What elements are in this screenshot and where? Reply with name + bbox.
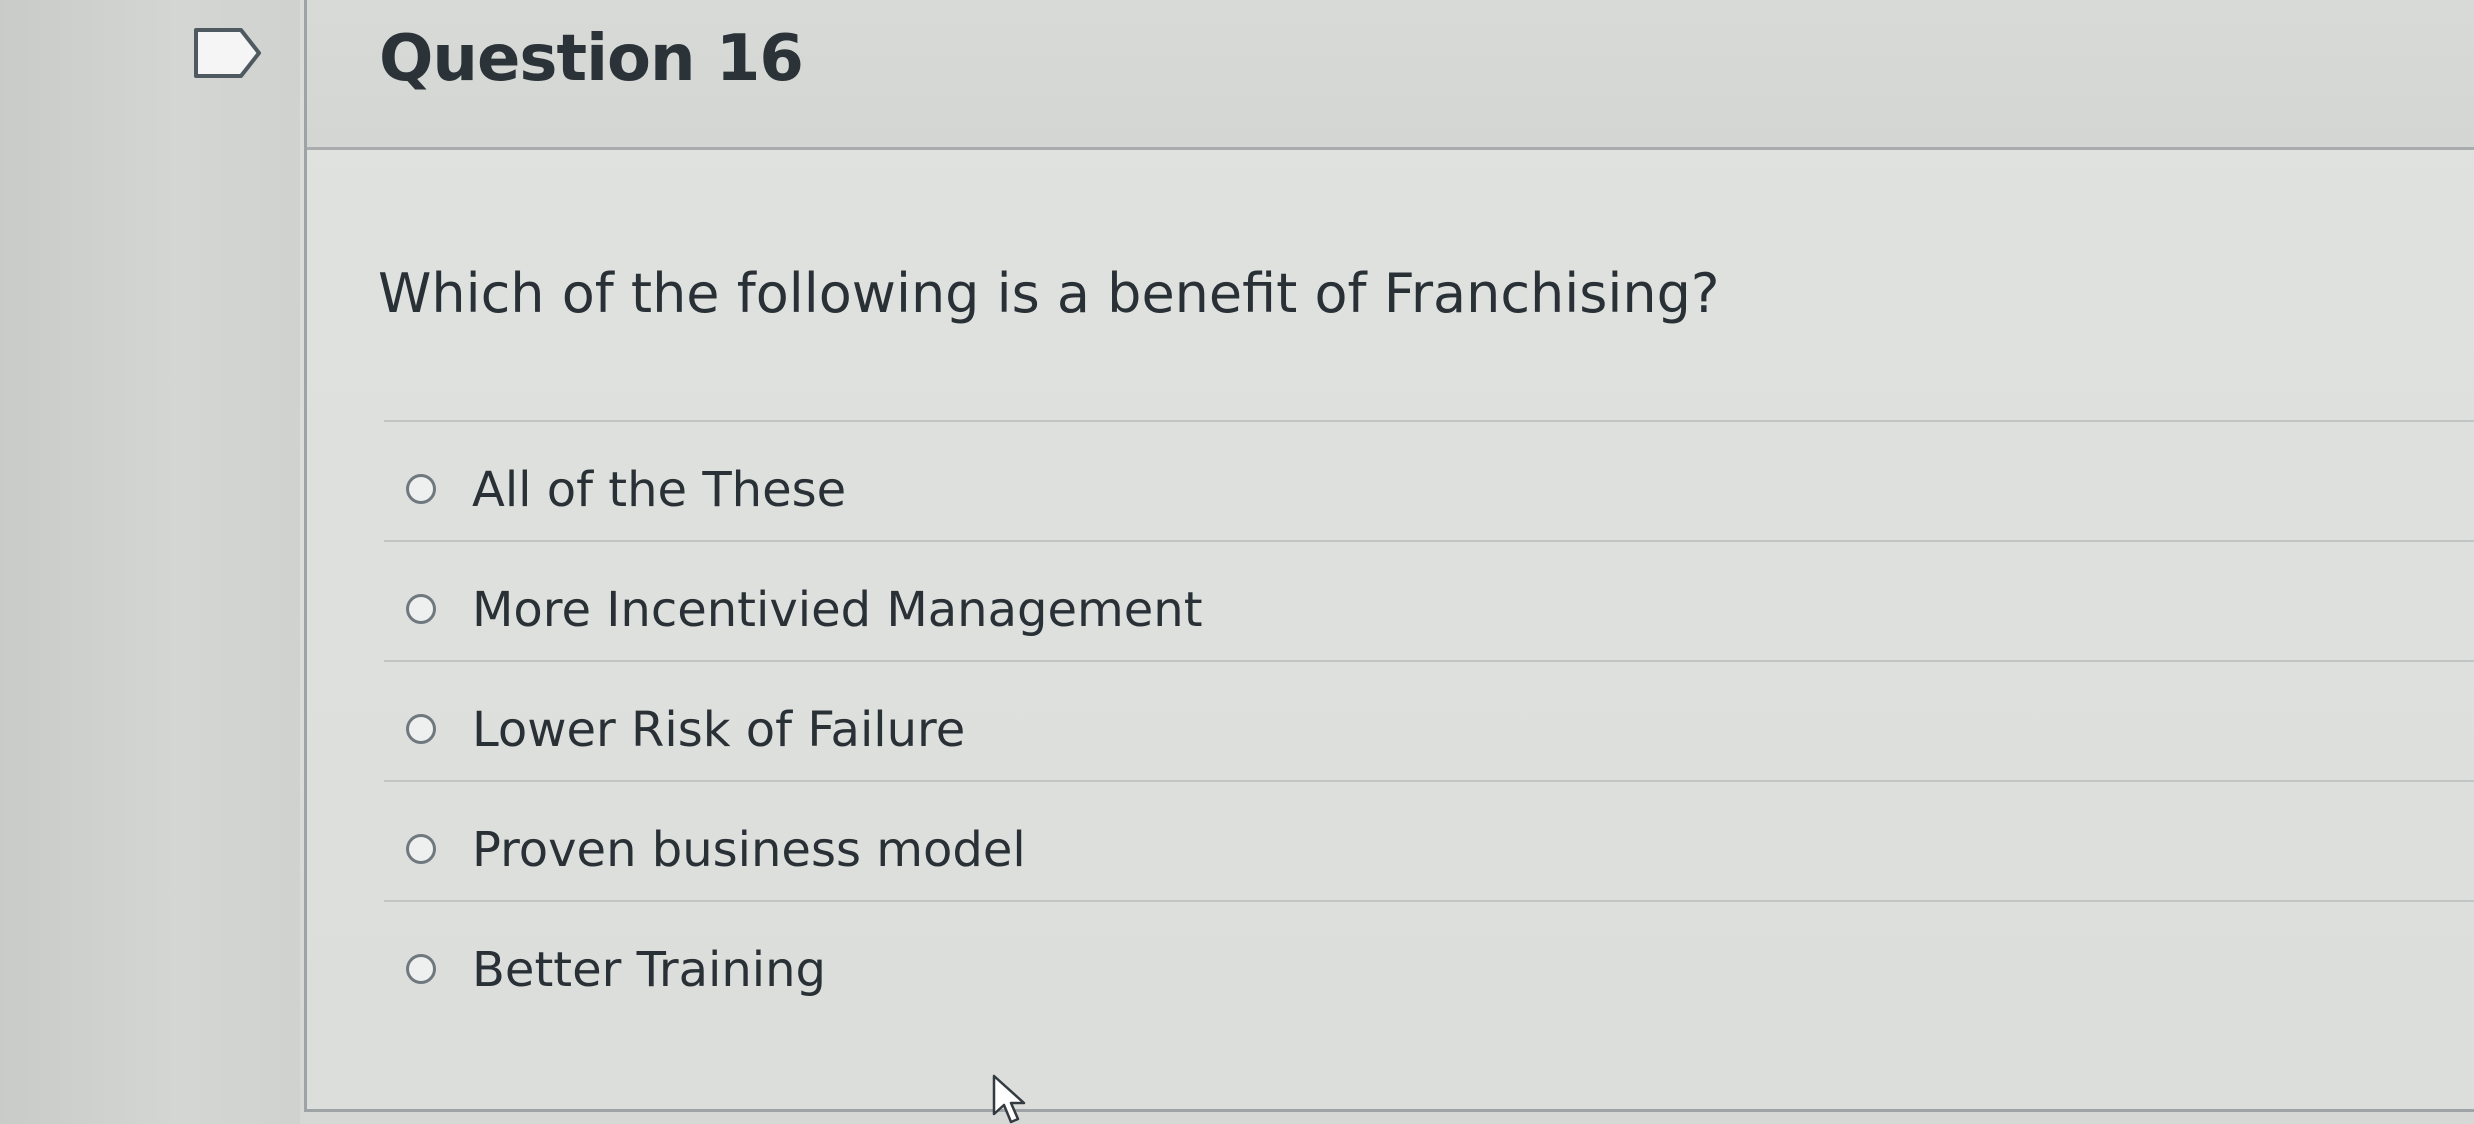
left-gutter bbox=[0, 0, 300, 1124]
answer-option-proven-business-model[interactable]: Proven business model bbox=[384, 780, 2474, 900]
question-text: Which of the following is a benefit of F… bbox=[378, 262, 1720, 325]
answer-label: Proven business model bbox=[472, 822, 1026, 878]
mouse-pointer-icon bbox=[992, 1074, 1032, 1124]
radio-button-icon[interactable] bbox=[406, 714, 436, 744]
flag-question-icon[interactable] bbox=[193, 27, 263, 79]
answer-label: Lower Risk of Failure bbox=[472, 702, 966, 758]
answer-option-lower-risk-of-failure[interactable]: Lower Risk of Failure bbox=[384, 660, 2474, 780]
answer-label: All of the These bbox=[472, 462, 847, 518]
radio-button-icon[interactable] bbox=[406, 834, 436, 864]
radio-button-icon[interactable] bbox=[406, 594, 436, 624]
radio-button-icon[interactable] bbox=[406, 474, 436, 504]
radio-button-icon[interactable] bbox=[406, 954, 436, 984]
question-title: Question 16 bbox=[379, 22, 804, 96]
question-header: Question 16 bbox=[307, 0, 2474, 150]
answer-label: Better Training bbox=[472, 942, 827, 998]
answer-label: More Incentivied Management bbox=[472, 582, 1203, 638]
answer-option-more-incentivied-management[interactable]: More Incentivied Management bbox=[384, 540, 2474, 660]
answer-option-better-training[interactable]: Better Training bbox=[384, 900, 2474, 1020]
answer-list: All of the These More Incentivied Manage… bbox=[384, 420, 2474, 1020]
answer-option-all-of-these[interactable]: All of the These bbox=[384, 420, 2474, 540]
